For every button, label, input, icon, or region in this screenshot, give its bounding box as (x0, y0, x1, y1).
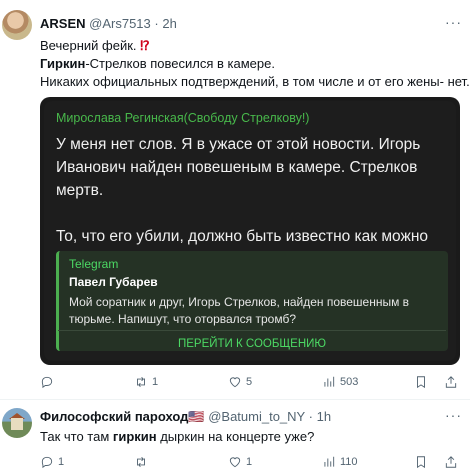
views-icon (324, 376, 335, 387)
tweet-text-part: -Стрелков повесился в камере. (85, 56, 275, 71)
author-handle[interactable]: @Batumi_to_NY (208, 409, 305, 424)
timestamp[interactable]: 1h (317, 409, 331, 424)
heart-icon (229, 457, 241, 468)
views-count: 503 (340, 376, 359, 388)
avatar[interactable] (2, 10, 32, 40)
reply-icon (41, 376, 53, 389)
like-button[interactable]: 1 (228, 452, 252, 472)
reply-count: 1 (58, 456, 65, 468)
like-count: 5 (246, 376, 253, 388)
tweet-text-line: Гиркин-Стрелков повесился в камере. (40, 55, 275, 73)
author-name[interactable]: ARSEN (40, 16, 86, 31)
tweet-1: ARSEN @Ars7513 · 2h ··· Вечерний фейк. ⁉… (0, 0, 470, 400)
tweet-text-part: дыркин на концерте уже? (156, 429, 315, 444)
author-handle[interactable]: @Ars7513 (89, 16, 151, 31)
message-paragraph: У меня нет слов. Я в ужасе от этой новос… (56, 136, 421, 199)
retweet-button[interactable] (134, 452, 152, 472)
tweet-actions: 1 1 110 (40, 452, 460, 472)
tweet-text-part: Так что там (40, 429, 113, 444)
retweet-button[interactable]: 1 (134, 372, 158, 392)
separator-dot: · (308, 409, 313, 424)
separator-dot: · (154, 16, 159, 31)
bookmark-icon (417, 376, 425, 389)
go-to-message-button: ПЕРЕЙТИ К СООБЩЕНИЮ (177, 338, 327, 350)
tweet-text-part: Вечерний фейк. (40, 38, 137, 53)
author-name[interactable]: Философский пароход (40, 409, 188, 424)
tweet-text-line: Никаких официальных подтверждений, в том… (40, 74, 470, 89)
bookmark-button[interactable] (414, 372, 428, 392)
views-button[interactable]: 110 (322, 452, 358, 472)
reply-button[interactable] (40, 372, 58, 392)
tweet-text-bold: Гиркин (40, 56, 86, 71)
reply-button[interactable]: 1 (40, 452, 64, 472)
more-icon[interactable]: ··· (445, 14, 462, 30)
tweet-text-bold: гиркин (112, 429, 157, 444)
tweet-text-line: Так что там гиркин дыркин на концерте уж… (40, 428, 314, 446)
share-icon (445, 456, 457, 468)
like-button[interactable]: 5 (228, 372, 252, 392)
timestamp[interactable]: 2h (162, 16, 176, 31)
tweet-actions: 1 5 503 (40, 372, 460, 392)
forward-source: Telegram (69, 257, 119, 271)
views-count: 110 (340, 456, 358, 468)
share-icon (445, 376, 457, 388)
retweet-icon (137, 457, 145, 467)
bookmark-button[interactable] (414, 452, 428, 472)
reply-icon (41, 456, 53, 469)
bookmark-icon (417, 456, 425, 469)
views-icon (324, 456, 335, 467)
retweet-icon (137, 377, 145, 387)
forward-author: Павел Губарев (69, 275, 158, 289)
heart-icon (229, 377, 241, 388)
telegram-message: Мирослава Регинская(Свободу Стрелкову!) … (44, 101, 456, 361)
exclamation-question-icon: ⁉ (140, 38, 150, 53)
tweet-text-line: Вечерний фейк. ⁉ (40, 37, 150, 55)
message-sender: Мирослава Регинская(Свободу Стрелкову!) (56, 111, 310, 125)
forward-text: Мой соратник и друг, Игорь Стрелков, най… (69, 295, 410, 326)
like-count: 1 (246, 456, 253, 468)
share-button[interactable] (444, 452, 458, 472)
retweet-count: 1 (152, 376, 159, 388)
tweet-header: ARSEN @Ars7513 · 2h (40, 16, 177, 31)
divider (58, 330, 446, 331)
avatar-house (11, 418, 23, 430)
more-icon[interactable]: ··· (445, 407, 462, 423)
avatar[interactable] (2, 408, 32, 438)
views-button[interactable]: 503 (322, 372, 358, 392)
tweet-media-image[interactable]: Мирослава Регинская(Свободу Стрелкову!) … (40, 97, 460, 365)
flag-icon: 🇺🇸 (188, 409, 205, 424)
share-button[interactable] (444, 372, 458, 392)
tweet-header: Философский пароход🇺🇸 @Batumi_to_NY · 1h (40, 409, 331, 425)
